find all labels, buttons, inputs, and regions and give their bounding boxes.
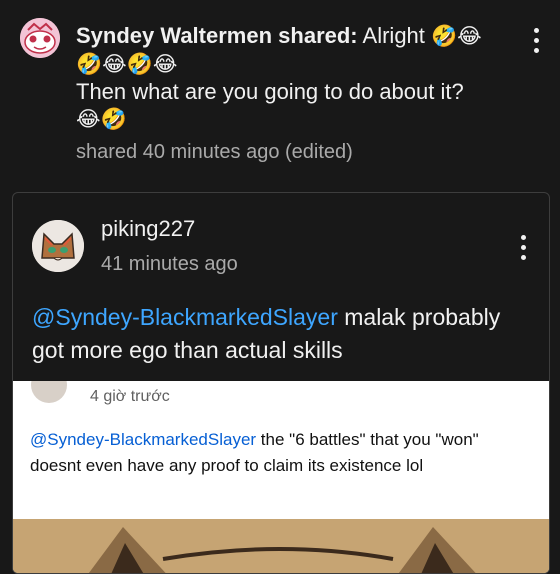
mention-link[interactable]: @Syndey-BlackmarkedSlayer xyxy=(32,304,338,330)
emoji-group-2: 🤣😂🤣😂 xyxy=(76,52,178,76)
emoji-group-1: 🤣😂 xyxy=(431,24,482,48)
emoji-group-3: 😂🤣 xyxy=(76,107,127,131)
shared-post: Syndey Waltermen shared: Alright 🤣😂 🤣😂🤣😂… xyxy=(0,0,560,574)
comment-more-options-icon[interactable] xyxy=(511,231,535,263)
message-line-1: Alright xyxy=(362,23,425,48)
message-line-2: Then what are you going to do about it? xyxy=(76,79,464,104)
attached-screenshot[interactable]: 4 giờ trước @Syndey-BlackmarkedSlayer th… xyxy=(13,381,549,573)
post-message: Syndey Waltermen shared: Alright 🤣😂 🤣😂🤣😂… xyxy=(76,22,496,133)
cat-character-avatar-icon xyxy=(32,220,84,272)
shared-comment-card[interactable]: piking227 41 minutes ago @Syndey-Blackma… xyxy=(12,192,550,574)
comment-text: @Syndey-BlackmarkedSlayer malak probably… xyxy=(32,301,532,367)
commenter-avatar[interactable] xyxy=(32,220,84,272)
more-options-icon[interactable] xyxy=(524,24,548,56)
screenshot-avatar xyxy=(31,381,67,403)
comment-timestamp: 41 minutes ago xyxy=(101,253,238,275)
commenter-name[interactable]: piking227 xyxy=(101,216,195,242)
shared-label: shared: xyxy=(278,23,358,48)
screenshot-mention: @Syndey-BlackmarkedSlayer xyxy=(30,430,257,449)
post-author-name[interactable]: Syndey Waltermen xyxy=(76,23,272,48)
screenshot-comment: @Syndey-BlackmarkedSlayer the "6 battles… xyxy=(30,427,530,479)
author-avatar[interactable] xyxy=(20,18,60,58)
pink-character-avatar-icon xyxy=(20,18,60,58)
post-timestamp: shared 40 minutes ago (edited) xyxy=(76,141,353,163)
screenshot-timestamp: 4 giờ trước xyxy=(90,388,170,405)
screenshot-embedded-image xyxy=(13,519,549,573)
